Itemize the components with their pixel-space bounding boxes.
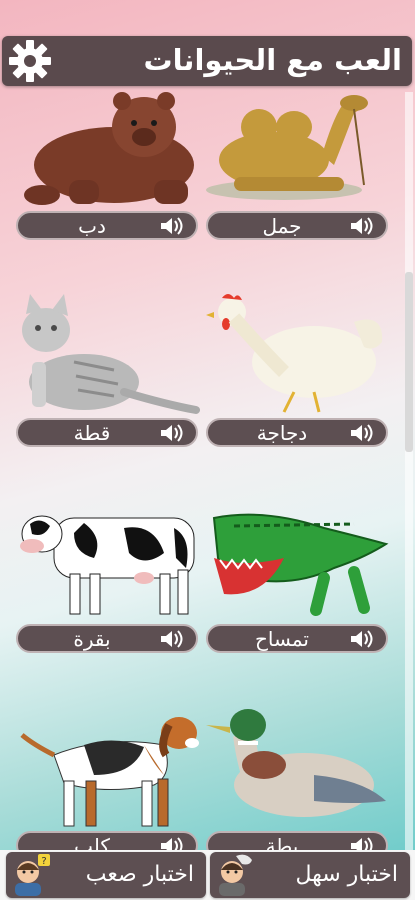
animal-name: جمل	[262, 214, 302, 238]
svg-text:?: ?	[41, 856, 46, 867]
sound-button-crocodile[interactable]: تمساح	[206, 624, 388, 653]
speaker-icon	[161, 217, 183, 235]
sound-button-cat[interactable]: قطة	[16, 418, 198, 447]
thinking-person-icon: ?	[15, 854, 50, 896]
cat-image[interactable]	[14, 292, 202, 417]
animal-card-dog[interactable]: كلب	[14, 705, 202, 865]
speaker-icon	[351, 217, 373, 235]
sound-button-cow[interactable]: بقرة	[16, 624, 198, 653]
animal-card-camel[interactable]: جمل	[204, 85, 392, 245]
sound-button-bear[interactable]: دب	[16, 211, 198, 240]
bear-image[interactable]	[14, 85, 202, 210]
speaker-icon	[161, 630, 183, 648]
animal-card-bear[interactable]: دب	[14, 85, 202, 245]
easy-quiz-button[interactable]: اختبار سهل	[210, 852, 410, 898]
animal-name: بقرة	[73, 627, 111, 651]
animal-card-chicken[interactable]: دجاجة	[204, 292, 392, 452]
animal-card-crocodile[interactable]: تمساح	[204, 498, 392, 658]
page-title: العب مع الحيوانات	[143, 43, 402, 77]
sound-button-camel[interactable]: جمل	[206, 211, 388, 240]
animal-card-cat[interactable]: قطة	[14, 292, 202, 452]
animal-name: قطة	[73, 421, 111, 445]
app-header: العب مع الحيوانات	[2, 36, 412, 86]
hard-quiz-label: اختبار صعب	[85, 862, 194, 887]
quiz-person-icon	[219, 854, 252, 896]
gear-icon[interactable]	[6, 38, 54, 84]
animal-card-cow[interactable]: بقرة	[14, 498, 202, 658]
animal-name: تمساح	[255, 627, 309, 651]
sound-button-chicken[interactable]: دجاجة	[206, 418, 388, 447]
camel-image[interactable]	[204, 85, 392, 210]
speaker-icon	[161, 424, 183, 442]
crocodile-image[interactable]	[204, 498, 392, 623]
animal-name: دجاجة	[256, 421, 308, 445]
chicken-image[interactable]	[204, 292, 392, 417]
animal-card-duck[interactable]: بطة	[204, 705, 392, 865]
animal-name: دب	[78, 214, 106, 238]
duck-image[interactable]	[204, 705, 392, 830]
cow-image[interactable]	[14, 498, 202, 623]
speaker-icon	[351, 630, 373, 648]
easy-quiz-label: اختبار سهل	[295, 862, 398, 887]
dog-image[interactable]	[14, 705, 202, 830]
hard-quiz-button[interactable]: ? اختبار صعب	[6, 852, 206, 898]
scrollbar[interactable]	[405, 92, 413, 850]
speaker-icon	[351, 424, 373, 442]
scroll-thumb[interactable]	[405, 272, 413, 452]
